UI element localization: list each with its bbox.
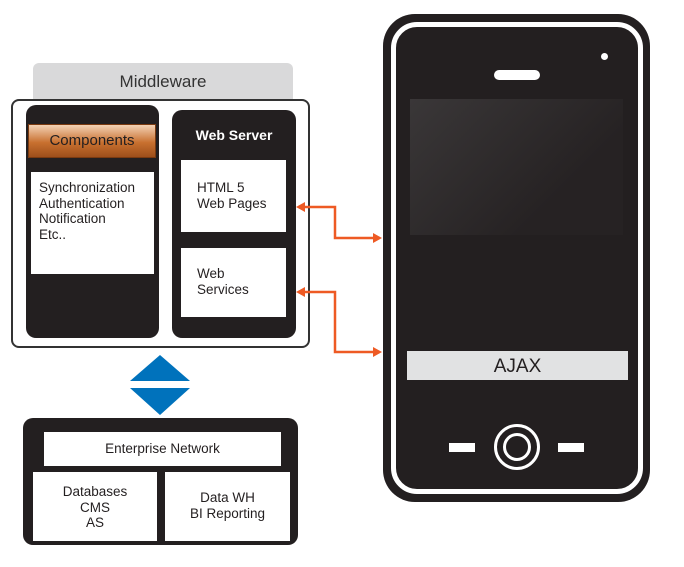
- architecture-diagram: Middleware Components Synchronization Au…: [0, 0, 684, 567]
- camera-icon: [601, 53, 608, 60]
- data-wh-label: Data WH: [200, 490, 255, 505]
- enterprise-network-label: Enterprise Network: [44, 432, 281, 466]
- ajax-label: AJAX: [407, 351, 628, 380]
- up-arrow-icon: [130, 355, 190, 381]
- cms-label: CMS: [80, 499, 110, 515]
- as-label: AS: [85, 515, 104, 530]
- databases-box: Databases CMS AS: [33, 472, 157, 541]
- left-key-icon: [449, 443, 475, 452]
- arrow-services-to-phone: [302, 290, 376, 354]
- speaker-icon: [494, 70, 540, 80]
- arrowhead-icon: [373, 233, 382, 243]
- data-wh-box: Data WH BI Reporting: [165, 472, 290, 541]
- arrowhead-icon: [296, 287, 305, 297]
- bi-reporting-label: BI Reporting: [189, 505, 266, 521]
- down-arrow-icon: [130, 388, 190, 415]
- arrow-html5-to-phone: [302, 205, 376, 240]
- databases-label: Databases: [62, 484, 128, 499]
- home-button-inner-icon: [503, 433, 531, 461]
- phone-screen: [410, 99, 623, 235]
- arrowhead-icon: [296, 202, 305, 212]
- arrowhead-icon: [373, 347, 382, 357]
- right-key-icon: [558, 443, 584, 452]
